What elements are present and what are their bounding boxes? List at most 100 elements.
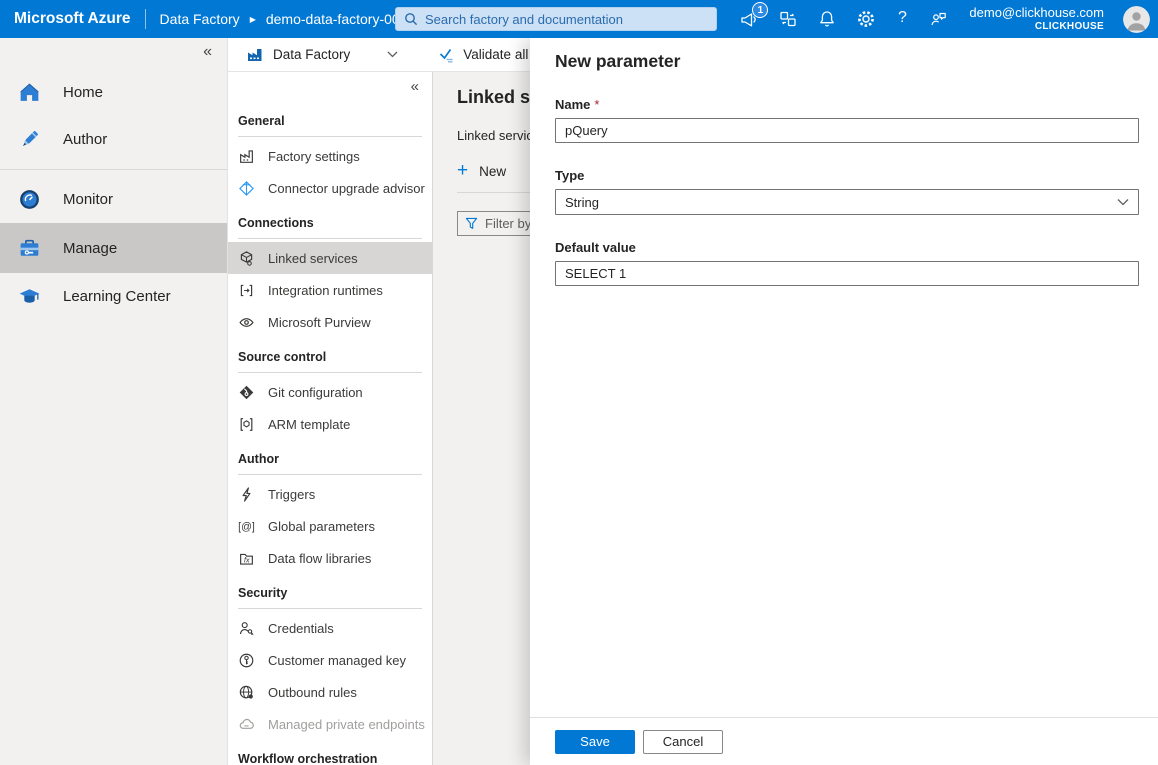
home-icon (17, 80, 42, 105)
nav-item-factory-settings[interactable]: Factory settings (228, 140, 432, 172)
nav-item-label: ARM template (268, 417, 350, 432)
nav-item-global-parameters[interactable]: [@] Global parameters (228, 510, 432, 542)
git-icon (238, 384, 255, 401)
factory-selector-label: Data Factory (273, 47, 350, 62)
sidebar-collapse-icon[interactable]: « (203, 43, 212, 61)
cancel-button[interactable]: Cancel (643, 730, 723, 754)
sidebar-item-manage[interactable]: Manage (0, 223, 227, 273)
nav-item-git-configuration[interactable]: Git configuration (228, 376, 432, 408)
sidebar-item-label: Manage (63, 240, 117, 257)
cloud-icon (238, 716, 255, 733)
nav-item-customer-managed-key[interactable]: Customer managed key (228, 644, 432, 676)
breadcrumb-section[interactable]: Data Factory (160, 11, 240, 27)
nav-item-label: Managed private endpoints (268, 717, 425, 732)
eye-icon (238, 314, 255, 331)
sidebar-item-label: Monitor (63, 191, 113, 208)
section-divider (238, 372, 422, 373)
globe-icon (238, 684, 255, 701)
graduation-cap-icon (17, 284, 42, 309)
account-info[interactable]: demo@clickhouse.com CLICKHOUSE (969, 5, 1104, 34)
azure-top-bar: Microsoft Azure Data Factory ▶ demo-data… (0, 0, 1158, 38)
nav-item-triggers[interactable]: Triggers (228, 478, 432, 510)
settings-button[interactable] (856, 9, 876, 29)
nav-item-label: Triggers (268, 487, 315, 502)
plus-icon: + (457, 163, 468, 179)
announcements-button[interactable]: 1 (739, 9, 759, 29)
factory-settings-icon (238, 148, 255, 165)
factory-icon (246, 46, 264, 64)
integration-runtimes-icon (238, 282, 255, 299)
section-header-author: Author (238, 451, 422, 468)
name-input[interactable] (555, 118, 1139, 143)
sidebar-item-monitor[interactable]: Monitor (0, 176, 227, 223)
manage-sidebar: « General Factory settings (228, 72, 433, 765)
type-select[interactable]: String (555, 189, 1139, 215)
breadcrumb-caret-icon: ▶ (250, 15, 256, 24)
sidebar-item-author[interactable]: Author (0, 116, 227, 163)
sidebar-item-learning-center[interactable]: Learning Center (0, 273, 227, 320)
validate-check-icon (438, 46, 455, 63)
section-divider (238, 136, 422, 137)
manage-sidebar-collapse-icon[interactable]: « (411, 78, 419, 95)
microsoft-azure-logo[interactable]: Microsoft Azure (0, 10, 131, 28)
default-value-input[interactable] (555, 261, 1139, 286)
nav-item-label: Factory settings (268, 149, 360, 164)
nav-item-integration-runtimes[interactable]: Integration runtimes (228, 274, 432, 306)
nav-item-outbound-rules[interactable]: Outbound rules (228, 676, 432, 708)
bell-icon (817, 9, 837, 29)
section-header-workflow-orchestration-manager: Workflow orchestration manager (238, 751, 398, 765)
required-asterisk: * (594, 97, 599, 112)
svg-text:[@]: [@] (238, 521, 255, 533)
breadcrumb-factory-name[interactable]: demo-data-factory-00 (266, 11, 400, 27)
primary-sidebar: « Home Author (0, 38, 228, 765)
validate-all-button[interactable]: Validate all (438, 46, 528, 63)
type-select-value: String (565, 195, 599, 210)
toolbox-icon (17, 236, 42, 261)
gauge-icon (17, 187, 42, 212)
sidebar-item-label: Learning Center (63, 288, 171, 305)
nav-item-managed-private-endpoints: Managed private endpoints (228, 708, 432, 740)
nav-item-linked-services[interactable]: Linked services (228, 242, 432, 274)
search-icon (404, 12, 418, 26)
panel-footer: Save Cancel (530, 717, 1158, 765)
sidebar-item-label: Author (63, 131, 107, 148)
new-parameter-panel: New parameter Name* Type String Default … (530, 38, 1158, 765)
section-divider (238, 474, 422, 475)
section-header-source-control: Source control (238, 349, 422, 366)
nav-item-credentials[interactable]: Credentials (228, 612, 432, 644)
notification-badge: 1 (752, 2, 768, 18)
save-button[interactable]: Save (555, 730, 635, 754)
nav-item-label: Global parameters (268, 519, 375, 534)
nav-item-data-flow-libraries[interactable]: fx Data flow libraries (228, 542, 432, 574)
help-button[interactable]: ? (895, 9, 909, 29)
avatar[interactable] (1123, 6, 1150, 33)
nav-item-microsoft-purview[interactable]: Microsoft Purview (228, 306, 432, 338)
pencil-icon (17, 127, 42, 152)
search-input[interactable] (425, 12, 708, 27)
topbar-actions: 1 ? (739, 0, 1158, 38)
global-parameters-icon: [@] (238, 518, 255, 535)
topbar-separator (145, 9, 146, 29)
sidebar-item-home[interactable]: Home (0, 69, 227, 116)
section-header-connections: Connections (238, 215, 422, 232)
nav-item-label: Outbound rules (268, 685, 357, 700)
type-field-label: Type (555, 168, 1139, 183)
filter-funnel-icon (465, 217, 478, 230)
notifications-button[interactable] (817, 9, 837, 29)
panel-title: New parameter (555, 51, 1139, 72)
arm-template-icon (238, 416, 255, 433)
global-search-box[interactable] (395, 7, 717, 31)
svg-text:fx: fx (244, 555, 250, 564)
feedback-icon (928, 9, 948, 29)
chevron-down-icon (1117, 198, 1129, 206)
switch-environment-button[interactable] (778, 9, 798, 29)
name-field-label: Name* (555, 97, 1139, 112)
factory-selector[interactable]: Data Factory (246, 46, 398, 64)
nav-item-connector-upgrade-advisor[interactable]: Connector upgrade advisor (228, 172, 432, 204)
feedback-button[interactable] (928, 9, 948, 29)
nav-item-label: Linked services (268, 251, 358, 266)
avatar-icon (1123, 6, 1150, 33)
nav-item-arm-template[interactable]: ARM template (228, 408, 432, 440)
gear-icon (856, 9, 876, 29)
section-header-security: Security (238, 585, 422, 602)
